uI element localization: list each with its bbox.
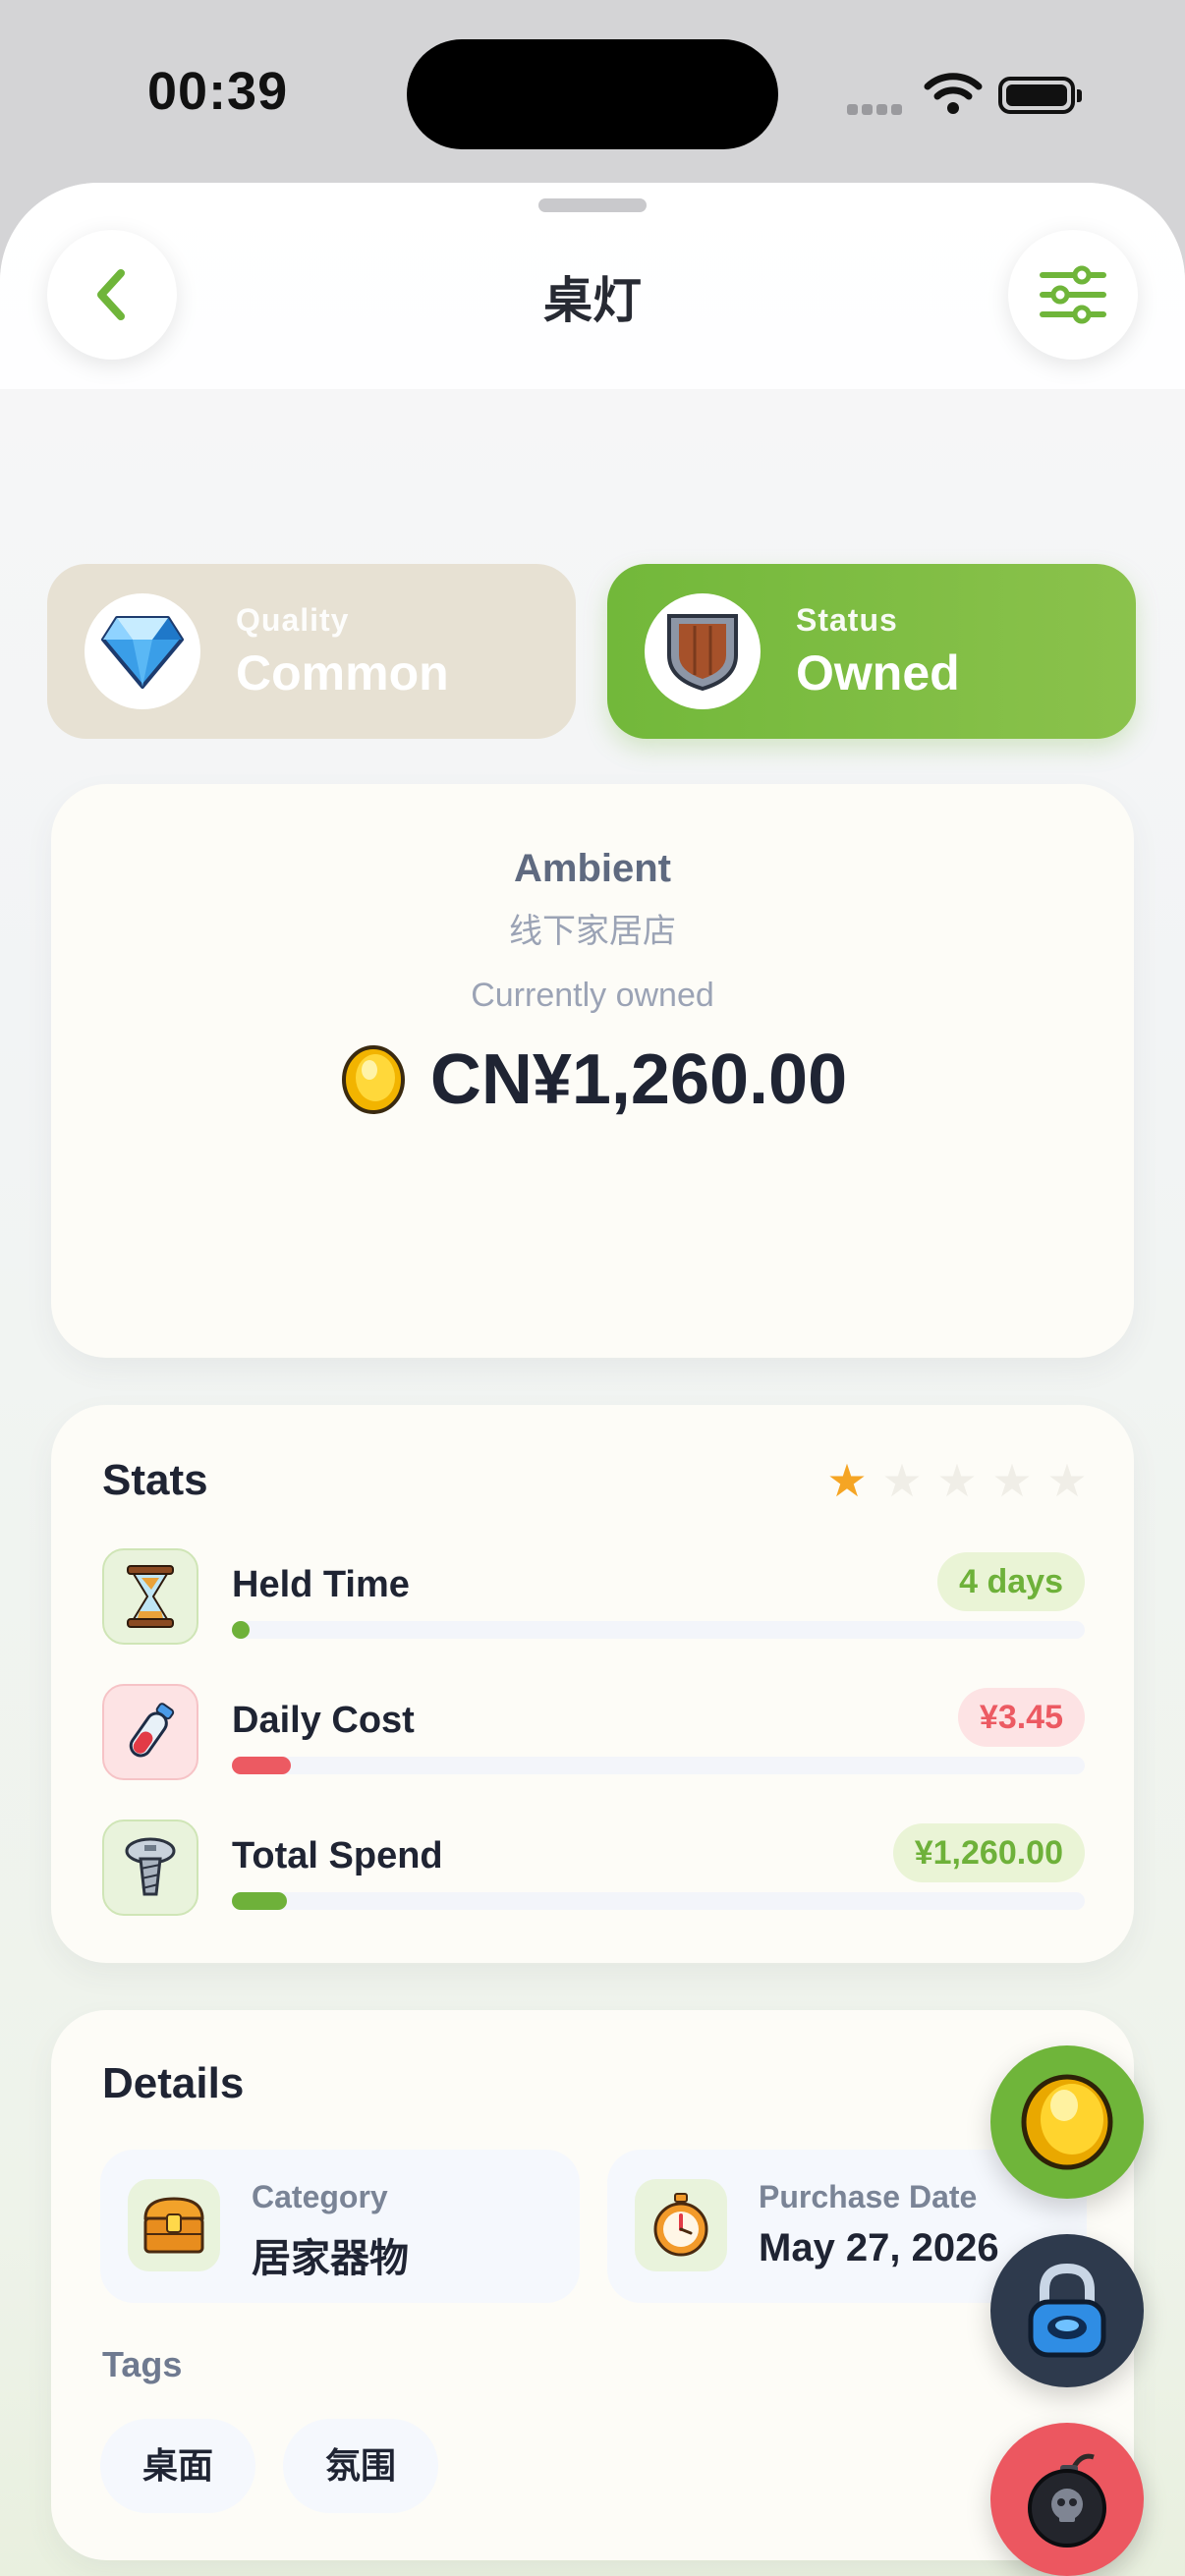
stat-progress-track: [232, 1892, 1085, 1910]
stat-value-badge: ¥3.45: [957, 1688, 1085, 1747]
category-box[interactable]: Category 居家器物: [100, 2150, 580, 2303]
sheet-grabber[interactable]: [538, 198, 647, 212]
stat-progress-fill: [232, 1621, 250, 1639]
potion-icon: [102, 1684, 198, 1780]
star-icon[interactable]: ★: [985, 1456, 1040, 1505]
battery-icon: [998, 77, 1082, 114]
bomb-icon: [1028, 2453, 1106, 2548]
stats-card: Stats ★ ★ ★ ★ ★ Held Time 4 days Daily C…: [51, 1405, 1134, 1963]
cellular-signal-icon: [847, 102, 906, 120]
stat-row-daily-cost: Daily Cost ¥3.45: [102, 1684, 1085, 1782]
back-button[interactable]: [47, 230, 177, 360]
stat-label: Total Spend: [232, 1835, 443, 1876]
stat-label: Daily Cost: [232, 1700, 415, 1741]
stat-progress-fill: [232, 1892, 287, 1910]
coin-icon: [341, 1045, 405, 1114]
coin-icon: [1021, 2074, 1113, 2170]
stat-progress-track: [232, 1757, 1085, 1774]
wifi-icon: [924, 73, 983, 114]
status-time: 00:39: [147, 62, 289, 121]
lock-fab-button[interactable]: [990, 2234, 1144, 2387]
sliders-icon: [1040, 265, 1106, 324]
lock-icon: [1028, 2263, 1106, 2358]
category-value: 居家器物: [252, 2237, 409, 2280]
page-title: 桌灯: [543, 273, 642, 328]
tags-title: Tags: [102, 2344, 183, 2384]
tag-chip[interactable]: 氛围: [283, 2419, 438, 2513]
diamond-icon: [85, 593, 200, 709]
screw-icon: [102, 1820, 198, 1916]
quality-pill[interactable]: Quality Common: [47, 564, 576, 739]
quality-value: Common: [236, 644, 449, 700]
ownership-state: Currently owned: [471, 977, 714, 1014]
dynamic-island: [407, 39, 778, 149]
hourglass-icon: [102, 1548, 198, 1645]
stat-progress-track: [232, 1621, 1085, 1639]
stat-row-total-spend: Total Spend ¥1,260.00: [102, 1820, 1085, 1918]
stat-row-held-time: Held Time 4 days: [102, 1548, 1085, 1647]
stat-label: Held Time: [232, 1564, 410, 1605]
price-value: CN¥1,260.00: [429, 1040, 848, 1119]
star-icon[interactable]: ★: [819, 1456, 875, 1505]
summary-card: Ambient 线下家居店 Currently owned CN¥1,260.0…: [51, 784, 1134, 1358]
rating-stars[interactable]: ★ ★ ★ ★ ★: [819, 1456, 1095, 1505]
stopwatch-icon: [635, 2179, 727, 2271]
details-title: Details: [102, 2059, 245, 2107]
purchase-date-label: Purchase Date: [759, 2179, 978, 2214]
stat-value-badge: ¥1,260.00: [892, 1823, 1085, 1882]
status-value: Owned: [796, 644, 960, 700]
coin-fab-button[interactable]: [990, 2045, 1144, 2199]
brand-name: Ambient: [514, 847, 671, 890]
bomb-fab-button[interactable]: [990, 2423, 1144, 2576]
status-pill[interactable]: Status Owned: [607, 564, 1136, 739]
detail-sheet: 桌灯 Quality Common Status Owned Ambient 线…: [0, 183, 1185, 2576]
details-card: Details Category 居家器物 Purchase Date May …: [51, 2010, 1134, 2560]
store-name: 线下家居店: [509, 913, 676, 950]
tag-chip[interactable]: 桌面: [100, 2419, 255, 2513]
purchase-date-value: May 27, 2026: [759, 2226, 999, 2269]
shield-icon: [645, 593, 761, 709]
stat-value-badge: 4 days: [937, 1552, 1085, 1611]
star-icon[interactable]: ★: [930, 1456, 985, 1505]
treasure-chest-icon: [128, 2179, 220, 2271]
status-bar: 00:39: [0, 0, 1185, 187]
quality-label: Quality: [236, 601, 350, 638]
star-icon[interactable]: ★: [1040, 1456, 1095, 1505]
status-label: Status: [796, 601, 898, 638]
category-label: Category: [252, 2179, 388, 2214]
stats-title: Stats: [102, 1456, 208, 1504]
stat-progress-fill: [232, 1757, 291, 1774]
filter-button[interactable]: [1008, 230, 1138, 360]
star-icon[interactable]: ★: [875, 1456, 930, 1505]
chevron-left-icon: [97, 269, 125, 320]
